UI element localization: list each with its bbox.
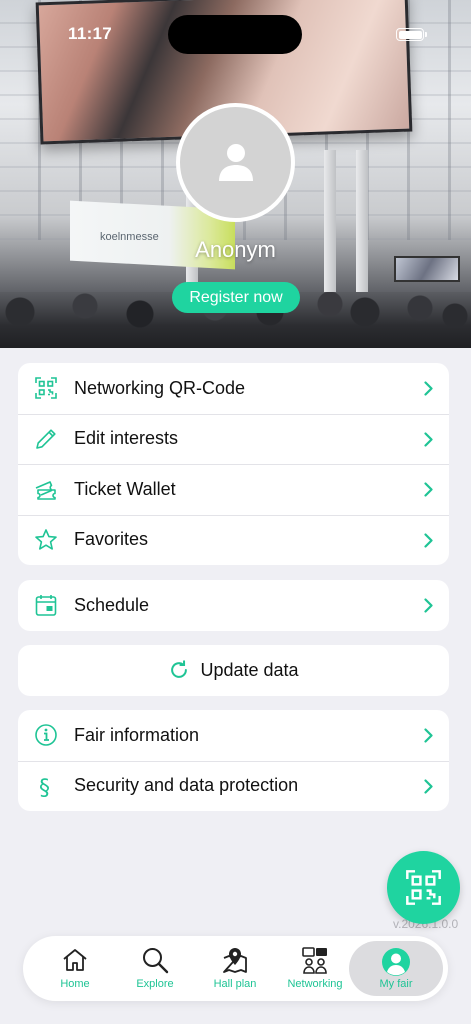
tab-label: Home xyxy=(60,978,90,990)
menu-item-label: Edit interests xyxy=(74,428,179,449)
chevron-right-icon xyxy=(424,381,433,396)
tab-hall-plan[interactable]: Hall plan xyxy=(195,936,275,1001)
qr-scan-button[interactable] xyxy=(387,851,460,924)
calendar-icon xyxy=(35,595,57,616)
chevron-right-icon xyxy=(424,482,433,497)
pencil-icon xyxy=(36,428,56,449)
user-circle-icon xyxy=(382,948,410,976)
tab-label: My fair xyxy=(379,978,413,990)
qr-code-icon xyxy=(35,377,57,399)
chevron-right-icon xyxy=(424,532,433,548)
chat-people-icon xyxy=(302,947,327,974)
chevron-right-icon xyxy=(424,778,433,794)
update-card: Update data xyxy=(18,645,449,696)
menu-item-favorites[interactable]: Favorites xyxy=(18,514,449,566)
menu-item-label: Ticket Wallet xyxy=(74,478,176,499)
tab-explore[interactable]: Explore xyxy=(115,936,195,1001)
dynamic-island xyxy=(168,15,302,54)
menu-card-schedule: Schedule xyxy=(18,580,449,631)
star-icon xyxy=(35,528,57,550)
home-icon xyxy=(63,949,87,971)
svg-text:§: § xyxy=(39,776,50,798)
avatar[interactable] xyxy=(176,103,295,222)
info-icon xyxy=(35,724,57,746)
qr-code-icon xyxy=(406,870,441,905)
menu-item-label: Fair information xyxy=(74,724,200,745)
tab-label: Hall plan xyxy=(213,978,257,990)
menu-item-label: Networking QR-Code xyxy=(74,377,246,398)
tab-networking[interactable]: Networking xyxy=(275,936,355,1001)
menu-item-label: Schedule xyxy=(74,594,150,615)
user-name: Anonym xyxy=(195,237,276,262)
menu-item-edit-interests[interactable]: Edit interests xyxy=(18,413,449,465)
ticket-icon xyxy=(35,481,56,500)
person-icon xyxy=(219,144,253,181)
menu-card-main: Networking QR-Code Edit interests Ticket… xyxy=(18,363,449,565)
menu-card-info: Fair information § Security and data pro… xyxy=(18,710,449,811)
menu-item-ticket-wallet[interactable]: Ticket Wallet xyxy=(18,464,449,515)
profile-header: koelnmesse 11:17 Anonym Register now xyxy=(0,0,471,348)
tab-label: Networking xyxy=(287,978,343,990)
chevron-right-icon xyxy=(424,598,433,613)
battery-icon xyxy=(396,28,427,41)
status-time: 11:17 xyxy=(68,24,113,43)
tab-label: Explore xyxy=(136,978,174,990)
tab-home[interactable]: Home xyxy=(35,936,115,1001)
menu-item-label: Favorites xyxy=(74,529,149,550)
menu-item-security-data-protection[interactable]: § Security and data protection xyxy=(18,760,449,812)
update-data-button[interactable]: Update data xyxy=(18,645,449,696)
map-pin-icon xyxy=(223,948,247,973)
refresh-icon xyxy=(171,660,188,679)
paragraph-icon: § xyxy=(39,776,50,798)
register-now-button[interactable]: Register now xyxy=(172,282,300,313)
bottom-tab-bar: Home Explore Hall plan Networking My fai… xyxy=(23,936,448,1001)
chevron-right-icon xyxy=(424,431,433,447)
menu-item-schedule[interactable]: Schedule xyxy=(18,580,449,631)
search-icon xyxy=(143,948,169,974)
tab-my-fair[interactable]: My fair xyxy=(349,941,443,996)
chevron-right-icon xyxy=(424,728,433,743)
menu-item-fair-information[interactable]: Fair information xyxy=(18,710,449,761)
update-data-label: Update data xyxy=(200,659,299,680)
menu-item-label: Security and data protection xyxy=(74,775,299,796)
menu-item-networking-qr-code[interactable]: Networking QR-Code xyxy=(18,363,449,414)
